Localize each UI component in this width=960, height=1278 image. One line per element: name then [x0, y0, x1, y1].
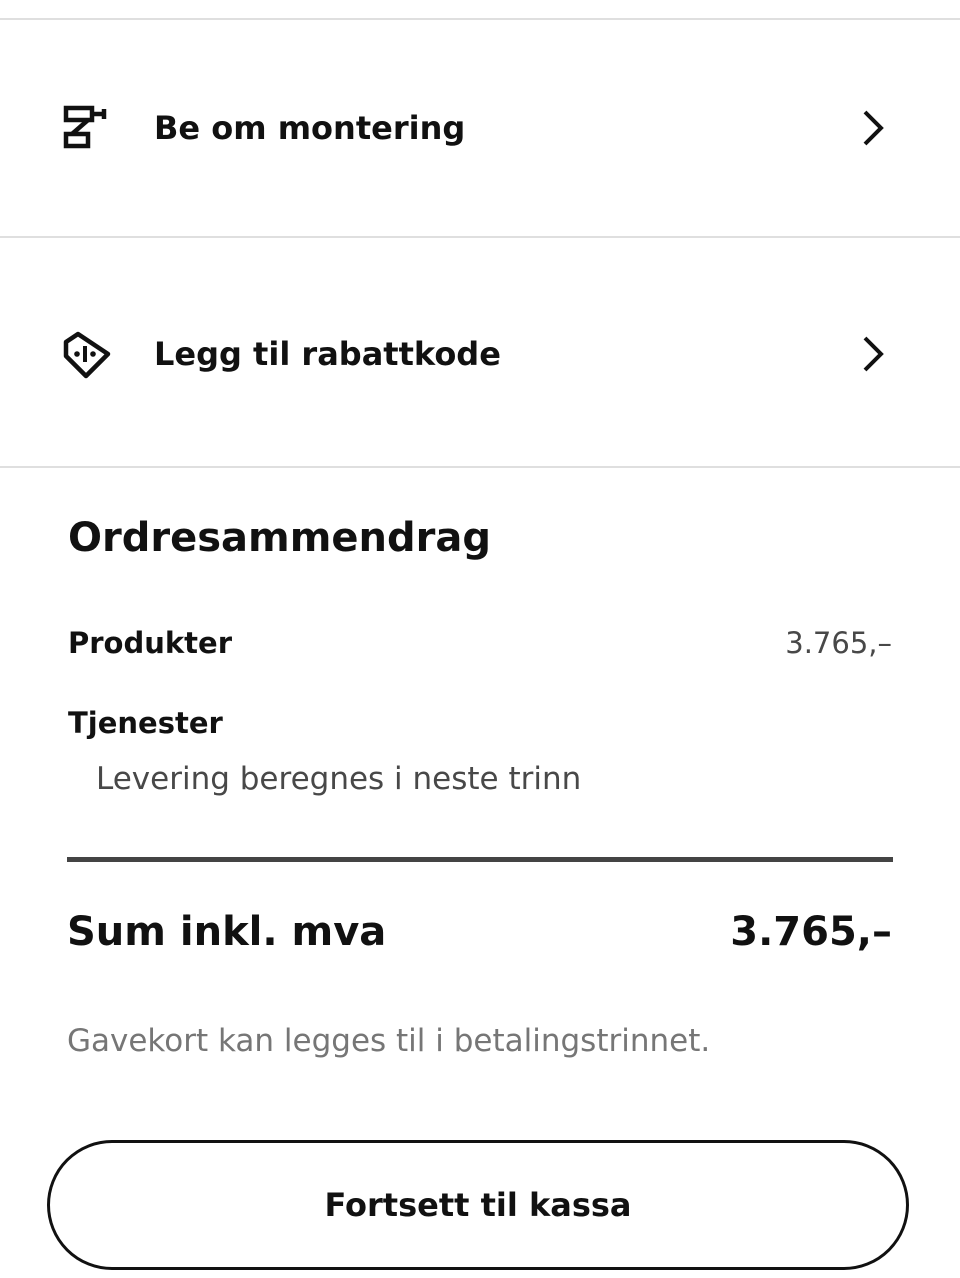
gift-card-note: Gavekort kan legges til i betalingstrinn…	[67, 1023, 711, 1059]
total-label: Sum inkl. mva	[67, 909, 387, 955]
order-summary-heading: Ordresammendrag	[68, 515, 491, 561]
continue-to-checkout-label: Fortsett til kassa	[324, 1186, 632, 1224]
assembly-option-row[interactable]: Be om montering	[0, 20, 960, 236]
chevron-right-icon	[856, 334, 890, 374]
total-divider	[67, 857, 893, 862]
delivery-note: Levering beregnes i neste trinn	[96, 761, 582, 797]
discount-divider	[0, 466, 960, 468]
total-value: 3.765,–	[730, 909, 892, 955]
assembly-option-label: Be om montering	[154, 109, 466, 147]
discount-code-row[interactable]: Legg til rabattkode	[0, 238, 960, 466]
chevron-right-icon	[856, 108, 890, 148]
products-label: Produkter	[68, 626, 233, 660]
discount-tag-icon	[60, 328, 114, 382]
discount-code-label: Legg til rabattkode	[154, 335, 501, 373]
assembly-drill-icon	[60, 100, 114, 154]
services-label: Tjenester	[68, 706, 223, 740]
continue-to-checkout-button[interactable]: Fortsett til kassa	[47, 1140, 909, 1270]
products-value: 3.765,–	[785, 626, 892, 660]
